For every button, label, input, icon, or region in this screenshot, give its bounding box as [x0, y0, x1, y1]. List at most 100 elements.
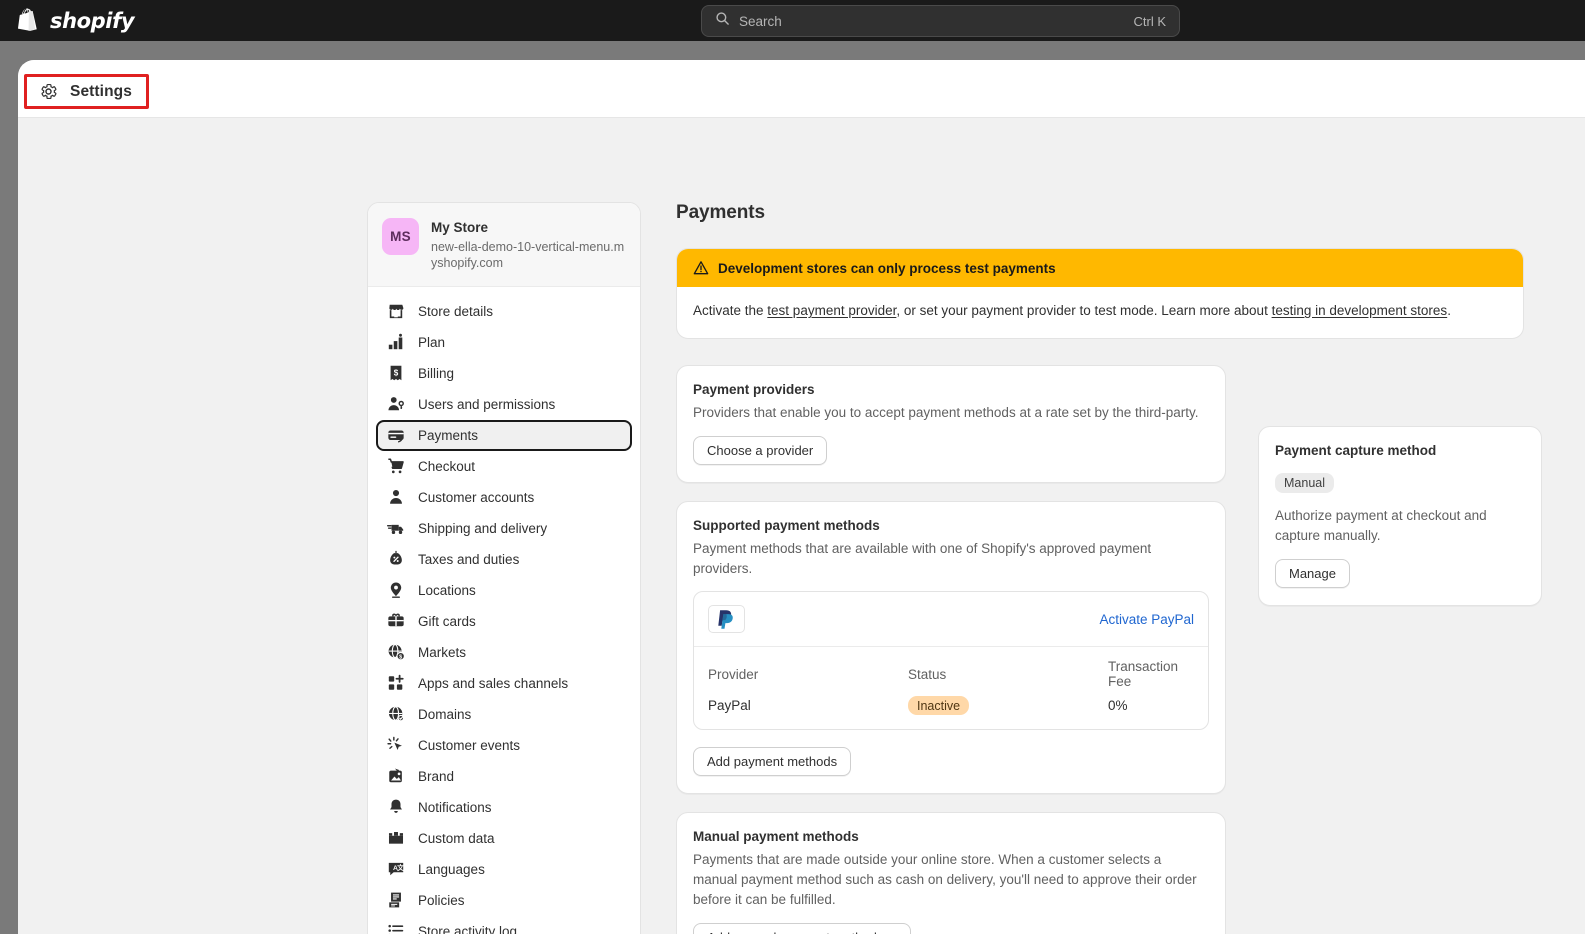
sidebar-item-gift-cards[interactable]: Gift cards: [376, 606, 632, 637]
database-icon: [386, 829, 405, 848]
column-header-provider: Provider: [708, 666, 759, 682]
sidebar-item-label: Gift cards: [418, 613, 476, 629]
manage-capture-method-button[interactable]: Manage: [1275, 558, 1350, 588]
sidebar-item-label: Shipping and delivery: [418, 520, 548, 536]
sidebar-item-customer-events[interactable]: Customer events: [376, 730, 632, 761]
search-input[interactable]: Search Ctrl K: [701, 5, 1180, 37]
sidebar-item-users-and-permissions[interactable]: Users and permissions: [376, 389, 632, 420]
paypal-details-table: Provider Status Transaction Fee PayPal I…: [694, 647, 1208, 729]
location-pin-icon: [386, 581, 405, 600]
banner-title: Development stores can only process test…: [718, 260, 1056, 276]
sidebar-item-billing[interactable]: $ Billing: [376, 358, 632, 389]
payment-providers-title: Payment providers: [693, 381, 815, 397]
document-policy-icon: [386, 891, 405, 910]
sidebar-item-label: Store details: [418, 303, 494, 319]
choose-a-provider-button[interactable]: Choose a provider: [693, 435, 828, 465]
sidebar-item-apps-and-sales-channels[interactable]: Apps and sales channels: [376, 668, 632, 699]
manual-payment-methods-title: Manual payment methods: [693, 829, 859, 845]
column-header-transaction-fee: Transaction Fee: [1108, 659, 1179, 690]
sidebar-item-customer-accounts[interactable]: Customer accounts: [376, 482, 632, 513]
sidebar-item-plan[interactable]: Plan: [376, 327, 632, 358]
search-placeholder: Search: [739, 13, 782, 29]
supported-payment-methods-title: Supported payment methods: [693, 517, 880, 533]
store-avatar: MS: [382, 218, 419, 255]
payment-capture-method-title: Payment capture method: [1275, 443, 1437, 458]
store-summary[interactable]: MS My Store new-ella-demo-10-vertical-me…: [368, 203, 640, 287]
sidebar-item-label: Users and permissions: [418, 396, 556, 412]
click-cursor-icon: [386, 736, 405, 755]
sidebar-item-brand[interactable]: Brand: [376, 761, 632, 792]
shopify-logo[interactable]: shopify: [18, 8, 135, 34]
bell-icon: [386, 798, 405, 817]
sidebar-item-markets[interactable]: $ Markets: [376, 637, 632, 668]
sidebar-item-label: Plan: [418, 334, 446, 350]
payment-providers-card: Payment providers Providers that enable …: [676, 364, 1226, 483]
table-row: PayPal Inactive 0%: [708, 696, 1194, 716]
sidebar-item-taxes-and-duties[interactable]: Taxes and duties: [376, 544, 632, 575]
sidebar-item-policies[interactable]: Policies: [376, 885, 632, 916]
globe-icon: [386, 705, 405, 724]
sidebar-item-payments[interactable]: Payments: [376, 419, 632, 451]
image-icon: [386, 767, 405, 786]
cell-transaction-fee: 0%: [1108, 698, 1128, 714]
paypal-method-panel: Activate PayPal Provider Status Transact…: [693, 591, 1209, 731]
translate-icon: A 文: [386, 860, 405, 879]
sidebar-item-label: Customer events: [418, 737, 521, 753]
sidebar-item-notifications[interactable]: Notifications: [376, 792, 632, 823]
sidebar-item-locations[interactable]: Locations: [376, 575, 632, 606]
sidebar-item-label: Notifications: [418, 799, 492, 815]
activate-paypal-link[interactable]: Activate PayPal: [1099, 612, 1194, 627]
paypal-logo-icon: [708, 605, 745, 634]
table-header-row: Provider Status Transaction Fee: [708, 659, 1194, 689]
payment-capture-method-card: Payment capture method Manual Authorize …: [1258, 426, 1542, 606]
settings-nav-list: Store details Plan $ Billing Users and p…: [368, 287, 640, 934]
sidebar-item-label: Payments: [418, 427, 479, 443]
shopping-cart-icon: [386, 457, 405, 476]
svg-text:$: $: [393, 368, 398, 377]
user-key-icon: [386, 395, 405, 414]
status-badge: Inactive: [908, 696, 970, 716]
sidebar-item-shipping-and-delivery[interactable]: Shipping and delivery: [376, 513, 632, 544]
paypal-panel-header: Activate PayPal: [694, 592, 1208, 648]
tax-percent-icon: [386, 550, 405, 569]
svg-text:文: 文: [396, 863, 404, 872]
sidebar-item-label: Store activity log: [418, 923, 518, 934]
sidebar-item-custom-data[interactable]: Custom data: [376, 823, 632, 854]
sidebar-item-label: Markets: [418, 644, 467, 660]
search-icon: [715, 11, 730, 31]
sidebar-item-languages[interactable]: A 文 Languages: [376, 854, 632, 885]
sidebar-item-store-details[interactable]: Store details: [376, 296, 632, 327]
bar-chart-icon: [386, 333, 405, 352]
payment-providers-description: Providers that enable you to accept paym…: [693, 404, 1199, 420]
top-bar: shopify Search Ctrl K: [0, 0, 1585, 41]
add-payment-methods-button[interactable]: Add payment methods: [693, 747, 852, 777]
add-manual-payment-method-label: Add manual payment method: [707, 930, 877, 934]
sidebar-item-domains[interactable]: Domains: [376, 699, 632, 730]
sidebar-item-label: Checkout: [418, 458, 476, 474]
capture-method-badge: Manual: [1275, 473, 1334, 493]
add-manual-payment-method-button[interactable]: Add manual payment method: [693, 923, 911, 934]
cell-status: Inactive: [908, 696, 1108, 716]
manual-payment-methods-card: Manual payment methods Payments that are…: [676, 812, 1226, 934]
delivery-truck-icon: [386, 519, 405, 538]
search-shortcut-hint: Ctrl K: [1133, 13, 1167, 29]
sidebar-item-label: Domains: [418, 706, 472, 722]
supported-payment-methods-description: Payment methods that are available with …: [693, 540, 1152, 576]
sidebar-item-label: Brand: [418, 768, 455, 784]
apps-grid-plus-icon: [386, 674, 405, 693]
supported-payment-methods-card: Supported payment methods Payment method…: [676, 500, 1226, 795]
payment-capture-method-description: Authorize payment at checkout and captur…: [1275, 508, 1487, 543]
test-payment-provider-link[interactable]: test payment provider: [767, 303, 896, 318]
sidebar-item-label: Policies: [418, 892, 465, 908]
person-icon: [386, 488, 405, 507]
sidebar-item-checkout[interactable]: Checkout: [376, 451, 632, 482]
payment-card-icon: [386, 426, 405, 445]
shopify-bag-icon: [18, 8, 42, 34]
cell-provider: PayPal: [708, 698, 751, 714]
sidebar-item-store-activity-log[interactable]: Store activity log: [376, 916, 632, 934]
sidebar-item-label: Customer accounts: [418, 489, 535, 505]
sidebar-item-label: Billing: [418, 365, 455, 381]
settings-title-highlight: Settings: [24, 74, 149, 109]
settings-title: Settings: [70, 82, 132, 100]
sidebar-item-label: Languages: [418, 861, 485, 877]
